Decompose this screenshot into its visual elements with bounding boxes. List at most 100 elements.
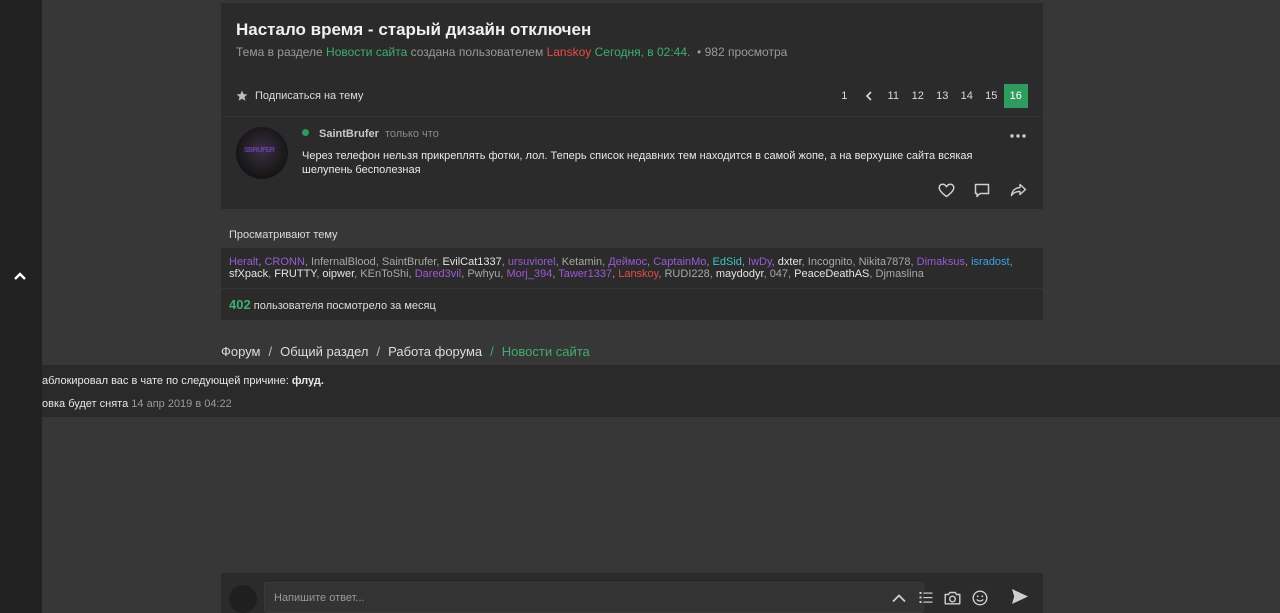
post-actions	[936, 181, 1028, 199]
viewer-user-link[interactable]: Nikita7878	[859, 256, 911, 268]
viewer-user-link[interactable]: FRUTTY	[274, 268, 316, 280]
post-more-button[interactable]	[1008, 133, 1028, 145]
page-12[interactable]: 12	[906, 84, 931, 108]
thread-section-link[interactable]: Новости сайта	[326, 45, 407, 59]
viewer-user-link[interactable]: sfXpack	[229, 268, 268, 280]
breadcrumb-separator: /	[268, 344, 273, 359]
post-text: Через телефон нельзя прикреплять фотки, …	[302, 150, 973, 176]
viewer-user-link[interactable]: Pwhyu	[467, 268, 500, 280]
page-11[interactable]: 11	[881, 84, 906, 108]
ban-reason: флуд.	[291, 375, 324, 387]
viewer-user-link[interactable]: RUDI228	[664, 268, 709, 280]
viewer-user-link[interactable]: Ketamin	[562, 256, 602, 268]
viewers-heading: Просматривают тему	[229, 229, 338, 241]
breadcrumb-site-news[interactable]: Новости сайта	[502, 344, 590, 359]
viewer-separator: ,	[1009, 256, 1013, 268]
share-arrow-icon	[1010, 183, 1026, 197]
page-1[interactable]: 1	[832, 84, 857, 108]
viewer-user-link[interactable]: SaintBrufer	[382, 256, 436, 268]
ban-until-date: 14 апр 2019 в 04:22	[131, 398, 232, 410]
viewer-user-link[interactable]: Деймос	[608, 256, 647, 268]
list-button[interactable]	[916, 588, 935, 607]
ban-text: аблокировал вас в чате по следующей прич…	[42, 375, 289, 387]
meta-dot: •	[693, 45, 702, 59]
post-author-avatar[interactable]: SBRUFER	[236, 127, 288, 179]
breadcrumb-general[interactable]: Общий раздел	[280, 344, 368, 359]
heart-icon	[937, 182, 955, 197]
post-author-name[interactable]: SaintBrufer	[319, 128, 379, 140]
reply-tools	[889, 588, 989, 607]
thread-meta: Тема в разделе Новости сайта создана пол…	[236, 45, 787, 59]
divider	[221, 288, 1043, 289]
chat-ban-notice: аблокировал вас в чате по следующей прич…	[42, 365, 1280, 417]
viewer-user-link[interactable]: InfernalBlood	[311, 256, 376, 268]
page-14[interactable]: 14	[955, 84, 980, 108]
page-15[interactable]: 15	[979, 84, 1004, 108]
pagination: 1 11 12 13 14 15 16	[832, 84, 1028, 108]
star-icon	[236, 90, 248, 101]
like-button[interactable]	[936, 181, 956, 199]
viewer-user-link[interactable]: Heralt	[229, 256, 258, 268]
avatar-logo: SBRUFER	[244, 147, 275, 154]
attach-photo-button[interactable]	[943, 588, 962, 607]
send-icon	[1012, 589, 1028, 604]
viewer-user-link[interactable]: 047	[770, 268, 788, 280]
page-13[interactable]: 13	[930, 84, 955, 108]
share-button[interactable]	[1008, 181, 1028, 199]
more-dots-icon	[1010, 134, 1026, 138]
scroll-top-button[interactable]	[10, 266, 30, 286]
viewer-user-link[interactable]: Incognito	[808, 256, 853, 268]
viewer-user-link[interactable]: dxter	[778, 256, 802, 268]
viewer-user-link[interactable]: CRONN	[264, 256, 304, 268]
viewer-user-link[interactable]: ursuviorel	[508, 256, 556, 268]
subscribe-label: Подписаться на тему	[255, 90, 364, 102]
viewer-user-link[interactable]: maydodyr	[716, 268, 764, 280]
viewer-list: Heralt, CRONN, InfernalBlood, SaintBrufe…	[229, 256, 1034, 280]
expand-editor-button[interactable]	[889, 588, 908, 607]
chevron-up-icon	[891, 593, 906, 602]
page-prev-button[interactable]	[857, 84, 882, 108]
viewer-user-link[interactable]: EvilCat1337	[442, 256, 501, 268]
viewer-user-link[interactable]: Morj_394	[506, 268, 552, 280]
viewer-user-link[interactable]: Dimaksus	[917, 256, 965, 268]
viewers-panel: Heralt, CRONN, InfernalBlood, SaintBrufe…	[221, 248, 1043, 320]
viewer-user-link[interactable]: EdSid	[713, 256, 742, 268]
reply-input[interactable]	[264, 582, 924, 613]
breadcrumb-forum[interactable]: Форум	[221, 344, 261, 359]
monthly-viewers-stat: 402 пользователя посмотрело за месяц	[229, 297, 436, 312]
viewer-user-link[interactable]: Tawer1337	[558, 268, 612, 280]
divider	[221, 116, 1043, 117]
reply-button[interactable]	[972, 181, 992, 199]
thread-title: Настало время - старый дизайн отключен	[236, 20, 592, 39]
reply-bar	[221, 573, 1043, 613]
viewer-user-link[interactable]: oipwer	[322, 268, 354, 280]
monthly-viewers-count: 402	[229, 297, 251, 312]
viewer-user-link[interactable]: Dared3vil	[415, 268, 461, 280]
breadcrumb-forum-work[interactable]: Работа форума	[388, 344, 482, 359]
emoji-button[interactable]	[970, 588, 989, 607]
thread-author-link[interactable]: Lanskoy	[547, 45, 592, 59]
viewer-user-link[interactable]: Lanskoy	[618, 268, 658, 280]
thread-views: 982 просмотра	[704, 45, 788, 59]
smiley-icon	[971, 589, 988, 606]
monthly-viewers-label: пользователя посмотрело за месяц	[253, 300, 436, 312]
breadcrumb-separator: /	[376, 344, 381, 359]
chevron-up-icon	[14, 272, 26, 280]
viewer-user-link[interactable]: KEnToShi	[360, 268, 408, 280]
ban-reason-line: аблокировал вас в чате по следующей прич…	[42, 375, 324, 387]
viewer-user-link[interactable]: Djmaslina	[876, 268, 924, 280]
viewer-user-link[interactable]: PeaceDeathAS	[794, 268, 869, 280]
viewer-user-link[interactable]: IwDy	[748, 256, 772, 268]
list-icon	[919, 592, 932, 603]
camera-icon	[944, 591, 961, 604]
ban-until-text: овка будет снята	[42, 398, 129, 410]
viewer-user-link[interactable]: CaptainMo	[653, 256, 706, 268]
current-user-avatar	[229, 585, 257, 613]
online-indicator	[302, 129, 309, 136]
viewer-user-link[interactable]: isradost	[971, 256, 1010, 268]
subscribe-button[interactable]: Подписаться на тему	[236, 90, 363, 102]
ban-until-line: овка будет снята 14 апр 2019 в 04:22	[42, 398, 232, 410]
page-16-current[interactable]: 16	[1003, 84, 1028, 108]
send-button[interactable]	[1011, 588, 1031, 608]
chevron-left-icon	[865, 91, 872, 101]
